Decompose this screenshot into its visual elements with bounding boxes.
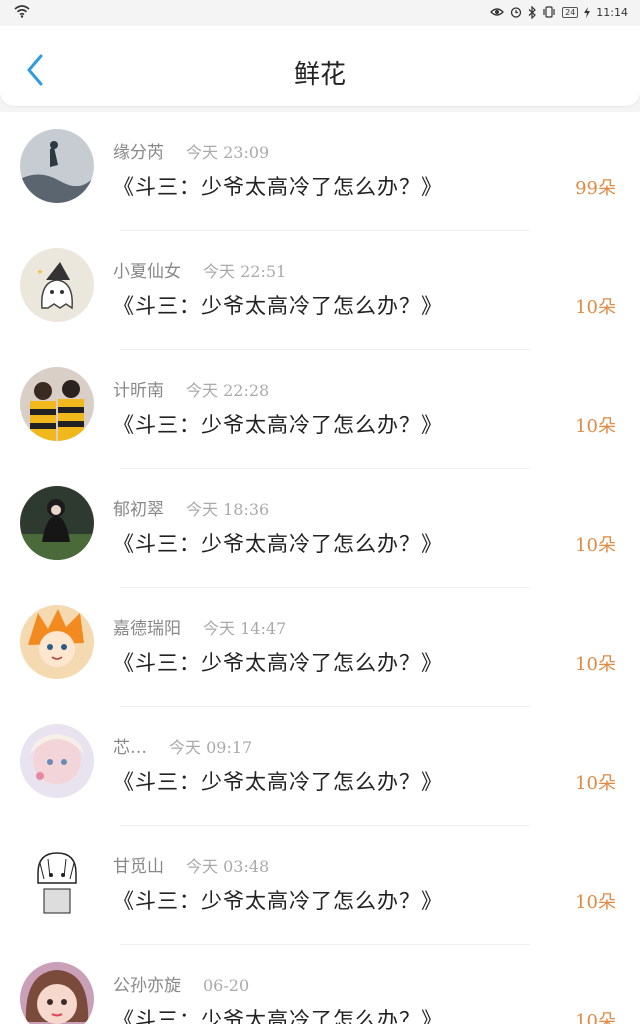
list-item[interactable]: 甘觅山 今天 03:48 《斗三：少爷太高冷了怎么办？》 10朵 bbox=[0, 826, 640, 945]
book-title[interactable]: 《斗三：少爷太高冷了怎么办？》 bbox=[113, 290, 443, 320]
status-time: 11:14 bbox=[596, 5, 628, 19]
battery-indicator: 24 bbox=[562, 6, 579, 18]
list-item[interactable]: 计昕南 今天 22:28 《斗三：少爷太高冷了怎么办？》 10朵 bbox=[0, 350, 640, 469]
avatar[interactable] bbox=[20, 605, 94, 679]
timestamp: 今天 09:17 bbox=[169, 738, 253, 757]
flower-count: 10朵 bbox=[575, 892, 616, 913]
flower-count: 10朵 bbox=[575, 416, 616, 437]
avatar[interactable] bbox=[20, 248, 94, 322]
timestamp: 今天 23:09 bbox=[186, 143, 270, 162]
username[interactable]: 嘉德瑞阳 bbox=[113, 614, 181, 639]
status-bar: 24 11:14 bbox=[0, 0, 640, 24]
avatar[interactable] bbox=[20, 367, 94, 441]
flower-count: 10朵 bbox=[575, 1011, 616, 1024]
avatar[interactable] bbox=[20, 486, 94, 560]
username[interactable]: 小夏仙女 bbox=[113, 257, 181, 282]
charging-icon bbox=[584, 6, 591, 18]
flower-count: 99朵 bbox=[575, 178, 616, 199]
timestamp: 今天 18:36 bbox=[186, 500, 270, 519]
avatar[interactable] bbox=[20, 962, 94, 1024]
username[interactable]: 芯… bbox=[113, 733, 147, 758]
flower-count: 10朵 bbox=[575, 654, 616, 675]
flower-list: 缘分芮 今天 23:09 《斗三：少爷太高冷了怎么办？》 99朵 小夏仙女 今天… bbox=[0, 112, 640, 1024]
eye-icon bbox=[490, 8, 505, 16]
header: 鲜花 bbox=[0, 26, 640, 106]
avatar[interactable] bbox=[20, 843, 94, 917]
book-title[interactable]: 《斗三：少爷太高冷了怎么办？》 bbox=[113, 766, 443, 796]
timestamp: 今天 22:51 bbox=[203, 262, 287, 281]
book-title[interactable]: 《斗三：少爷太高冷了怎么办？》 bbox=[113, 885, 443, 915]
avatar[interactable] bbox=[20, 724, 94, 798]
timestamp: 06-20 bbox=[203, 976, 250, 995]
list-item[interactable]: 小夏仙女 今天 22:51 《斗三：少爷太高冷了怎么办？》 10朵 bbox=[0, 231, 640, 350]
flower-count: 10朵 bbox=[575, 535, 616, 556]
timestamp: 今天 03:48 bbox=[186, 857, 270, 876]
book-title[interactable]: 《斗三：少爷太高冷了怎么办？》 bbox=[113, 647, 443, 677]
username[interactable]: 公孙亦旋 bbox=[113, 971, 181, 996]
wifi-icon bbox=[14, 5, 30, 18]
avatar[interactable] bbox=[20, 129, 94, 203]
timestamp: 今天 22:28 bbox=[186, 381, 270, 400]
list-item[interactable]: 芯… 今天 09:17 《斗三：少爷太高冷了怎么办？》 10朵 bbox=[0, 707, 640, 826]
alarm-icon bbox=[510, 7, 522, 18]
flower-count: 10朵 bbox=[575, 773, 616, 794]
book-title[interactable]: 《斗三：少爷太高冷了怎么办？》 bbox=[113, 528, 443, 558]
list-item[interactable]: 缘分芮 今天 23:09 《斗三：少爷太高冷了怎么办？》 99朵 bbox=[0, 112, 640, 231]
list-item[interactable]: 嘉德瑞阳 今天 14:47 《斗三：少爷太高冷了怎么办？》 10朵 bbox=[0, 588, 640, 707]
book-title[interactable]: 《斗三：少爷太高冷了怎么办？》 bbox=[113, 1004, 443, 1024]
username[interactable]: 郁初翠 bbox=[113, 495, 164, 520]
timestamp: 今天 14:47 bbox=[203, 619, 287, 638]
list-item[interactable]: 公孙亦旋 06-20 《斗三：少爷太高冷了怎么办？》 10朵 bbox=[0, 945, 640, 1024]
book-title[interactable]: 《斗三：少爷太高冷了怎么办？》 bbox=[113, 409, 443, 439]
bluetooth-icon bbox=[528, 5, 536, 19]
username[interactable]: 缘分芮 bbox=[113, 138, 164, 163]
username[interactable]: 计昕南 bbox=[113, 376, 164, 401]
list-item[interactable]: 郁初翠 今天 18:36 《斗三：少爷太高冷了怎么办？》 10朵 bbox=[0, 469, 640, 588]
vibrate-icon bbox=[543, 6, 555, 18]
page-title: 鲜花 bbox=[293, 60, 346, 90]
flower-count: 10朵 bbox=[575, 297, 616, 318]
username[interactable]: 甘觅山 bbox=[113, 852, 164, 877]
book-title[interactable]: 《斗三：少爷太高冷了怎么办？》 bbox=[113, 171, 443, 201]
